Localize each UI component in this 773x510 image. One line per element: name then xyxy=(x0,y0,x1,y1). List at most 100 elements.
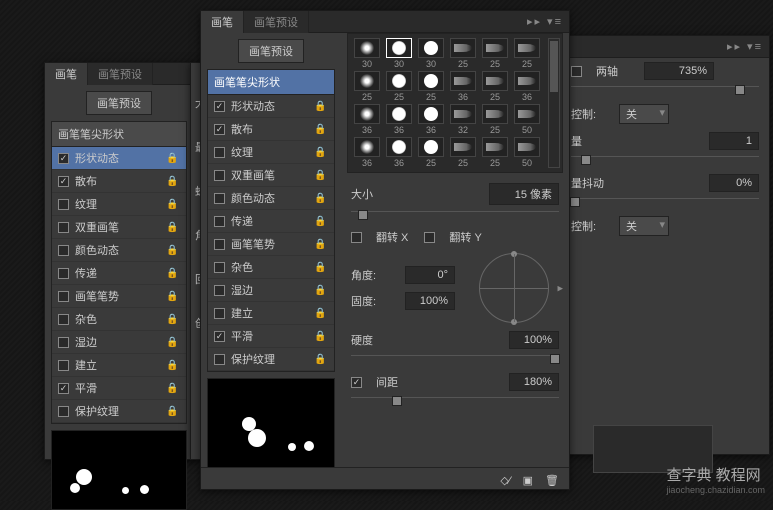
lock-icon[interactable]: 🔒 xyxy=(314,285,328,296)
tab-presets-main[interactable]: 画笔预设 xyxy=(244,11,309,33)
lock-icon[interactable]: 🔒 xyxy=(314,308,328,319)
option-check[interactable] xyxy=(58,245,69,256)
option-8[interactable]: 湿边🔒 xyxy=(208,279,334,302)
spacing-slider[interactable] xyxy=(351,397,559,409)
brush-swatch[interactable] xyxy=(482,137,508,157)
tip-shape-hdr-main[interactable]: 画笔笔尖形状 xyxy=(208,70,334,95)
option-2[interactable]: 纹理🔒 xyxy=(52,193,186,216)
brush-swatch[interactable] xyxy=(450,38,476,58)
hardness-value[interactable]: 100% xyxy=(509,331,559,349)
brush-swatch[interactable] xyxy=(482,38,508,58)
option-check[interactable] xyxy=(214,216,225,227)
lock-icon[interactable]: 🔒 xyxy=(166,222,180,233)
brush-swatch[interactable] xyxy=(514,71,540,91)
option-6[interactable]: 画笔笔势🔒 xyxy=(52,285,186,308)
lock-icon[interactable]: 🔒 xyxy=(314,147,328,158)
option-7[interactable]: 杂色🔒 xyxy=(208,256,334,279)
dualaxis-value[interactable]: 735% xyxy=(644,62,714,80)
option-0[interactable]: 形状动态🔒 xyxy=(208,95,334,118)
tab-presets[interactable]: 画笔预设 xyxy=(88,63,153,85)
hardness-slider[interactable] xyxy=(351,355,559,367)
size-value[interactable]: 15 像素 xyxy=(489,183,559,205)
brush-swatch[interactable] xyxy=(386,71,412,91)
option-check[interactable] xyxy=(214,262,225,273)
option-6[interactable]: 画笔笔势🔒 xyxy=(208,233,334,256)
option-check[interactable] xyxy=(214,124,225,135)
flipy-check[interactable] xyxy=(424,232,435,243)
option-5[interactable]: 传递🔒 xyxy=(208,210,334,233)
option-check[interactable] xyxy=(58,383,69,394)
lock-icon[interactable]: 🔒 xyxy=(314,354,328,365)
option-1[interactable]: 散布🔒 xyxy=(52,170,186,193)
lock-icon[interactable]: 🔒 xyxy=(314,101,328,112)
lock-icon[interactable]: 🔒 xyxy=(166,314,180,325)
option-4[interactable]: 颜色动态🔒 xyxy=(208,187,334,210)
preset-btn-main[interactable]: 画笔预设 xyxy=(238,39,304,63)
option-0[interactable]: 形状动态🔒 xyxy=(52,147,186,170)
lock-icon[interactable]: 🔒 xyxy=(314,124,328,135)
option-check[interactable] xyxy=(214,308,225,319)
lock-icon[interactable]: 🔒 xyxy=(166,153,180,164)
panel-menu-icon-main[interactable]: ▸▸ ▾≡ xyxy=(521,15,569,28)
swatch-scrollbar[interactable] xyxy=(548,38,560,168)
amount-slider[interactable] xyxy=(571,156,759,168)
option-check[interactable] xyxy=(58,222,69,233)
lock-icon[interactable]: 🔒 xyxy=(166,291,180,302)
option-4[interactable]: 颜色动态🔒 xyxy=(52,239,186,262)
control-select[interactable]: 关 xyxy=(619,104,669,124)
option-check[interactable] xyxy=(58,406,69,417)
spacing-value[interactable]: 180% xyxy=(509,373,559,391)
lock-icon[interactable]: 🔒 xyxy=(166,406,180,417)
brush-swatch[interactable] xyxy=(482,71,508,91)
panel-menu-icon[interactable]: ▸▸ ▾≡ xyxy=(721,40,769,53)
size-slider[interactable] xyxy=(351,211,559,223)
brush-swatch[interactable] xyxy=(418,71,444,91)
control2-select[interactable]: 关 xyxy=(619,216,669,236)
option-7[interactable]: 杂色🔒 xyxy=(52,308,186,331)
tip-shape-hdr-back[interactable]: 画笔笔尖形状 xyxy=(52,122,186,147)
option-check[interactable] xyxy=(58,291,69,302)
option-11[interactable]: 保护纹理🔒 xyxy=(208,348,334,371)
brush-swatch[interactable] xyxy=(450,104,476,124)
brush-swatch[interactable] xyxy=(514,38,540,58)
lock-icon[interactable]: 🔒 xyxy=(314,193,328,204)
option-1[interactable]: 散布🔒 xyxy=(208,118,334,141)
option-check[interactable] xyxy=(58,360,69,371)
option-11[interactable]: 保护纹理🔒 xyxy=(52,400,186,423)
brush-swatch[interactable] xyxy=(386,137,412,157)
option-check[interactable] xyxy=(58,176,69,187)
option-check[interactable] xyxy=(58,314,69,325)
option-2[interactable]: 纹理🔒 xyxy=(208,141,334,164)
toggle-icon[interactable]: ◇⁄ xyxy=(500,474,510,487)
tab-brush[interactable]: 画笔 xyxy=(45,63,88,85)
lock-icon[interactable]: 🔒 xyxy=(166,360,180,371)
brush-swatch[interactable] xyxy=(354,38,380,58)
lock-icon[interactable]: 🔒 xyxy=(166,176,180,187)
option-check[interactable] xyxy=(214,354,225,365)
option-10[interactable]: 平滑🔒 xyxy=(208,325,334,348)
brush-swatch[interactable] xyxy=(418,104,444,124)
option-5[interactable]: 传递🔒 xyxy=(52,262,186,285)
option-check[interactable] xyxy=(214,331,225,342)
option-10[interactable]: 平滑🔒 xyxy=(52,377,186,400)
option-check[interactable] xyxy=(214,170,225,181)
brush-swatch[interactable] xyxy=(386,104,412,124)
option-9[interactable]: 建立🔒 xyxy=(52,354,186,377)
lock-icon[interactable]: 🔒 xyxy=(314,216,328,227)
lock-icon[interactable]: 🔒 xyxy=(166,245,180,256)
brush-swatch[interactable] xyxy=(386,38,412,58)
lock-icon[interactable]: 🔒 xyxy=(166,383,180,394)
option-9[interactable]: 建立🔒 xyxy=(208,302,334,325)
roundness-value[interactable]: 100% xyxy=(405,292,455,310)
jitter-value[interactable]: 0% xyxy=(709,174,759,192)
option-check[interactable] xyxy=(214,239,225,250)
brush-swatch[interactable] xyxy=(354,104,380,124)
option-check[interactable] xyxy=(58,268,69,279)
brush-swatch[interactable] xyxy=(450,137,476,157)
flipx-check[interactable] xyxy=(351,232,362,243)
tab-brush-main[interactable]: 画笔 xyxy=(201,11,244,33)
option-check[interactable] xyxy=(214,193,225,204)
brush-swatch[interactable] xyxy=(482,104,508,124)
option-check[interactable] xyxy=(58,337,69,348)
option-check[interactable] xyxy=(214,101,225,112)
